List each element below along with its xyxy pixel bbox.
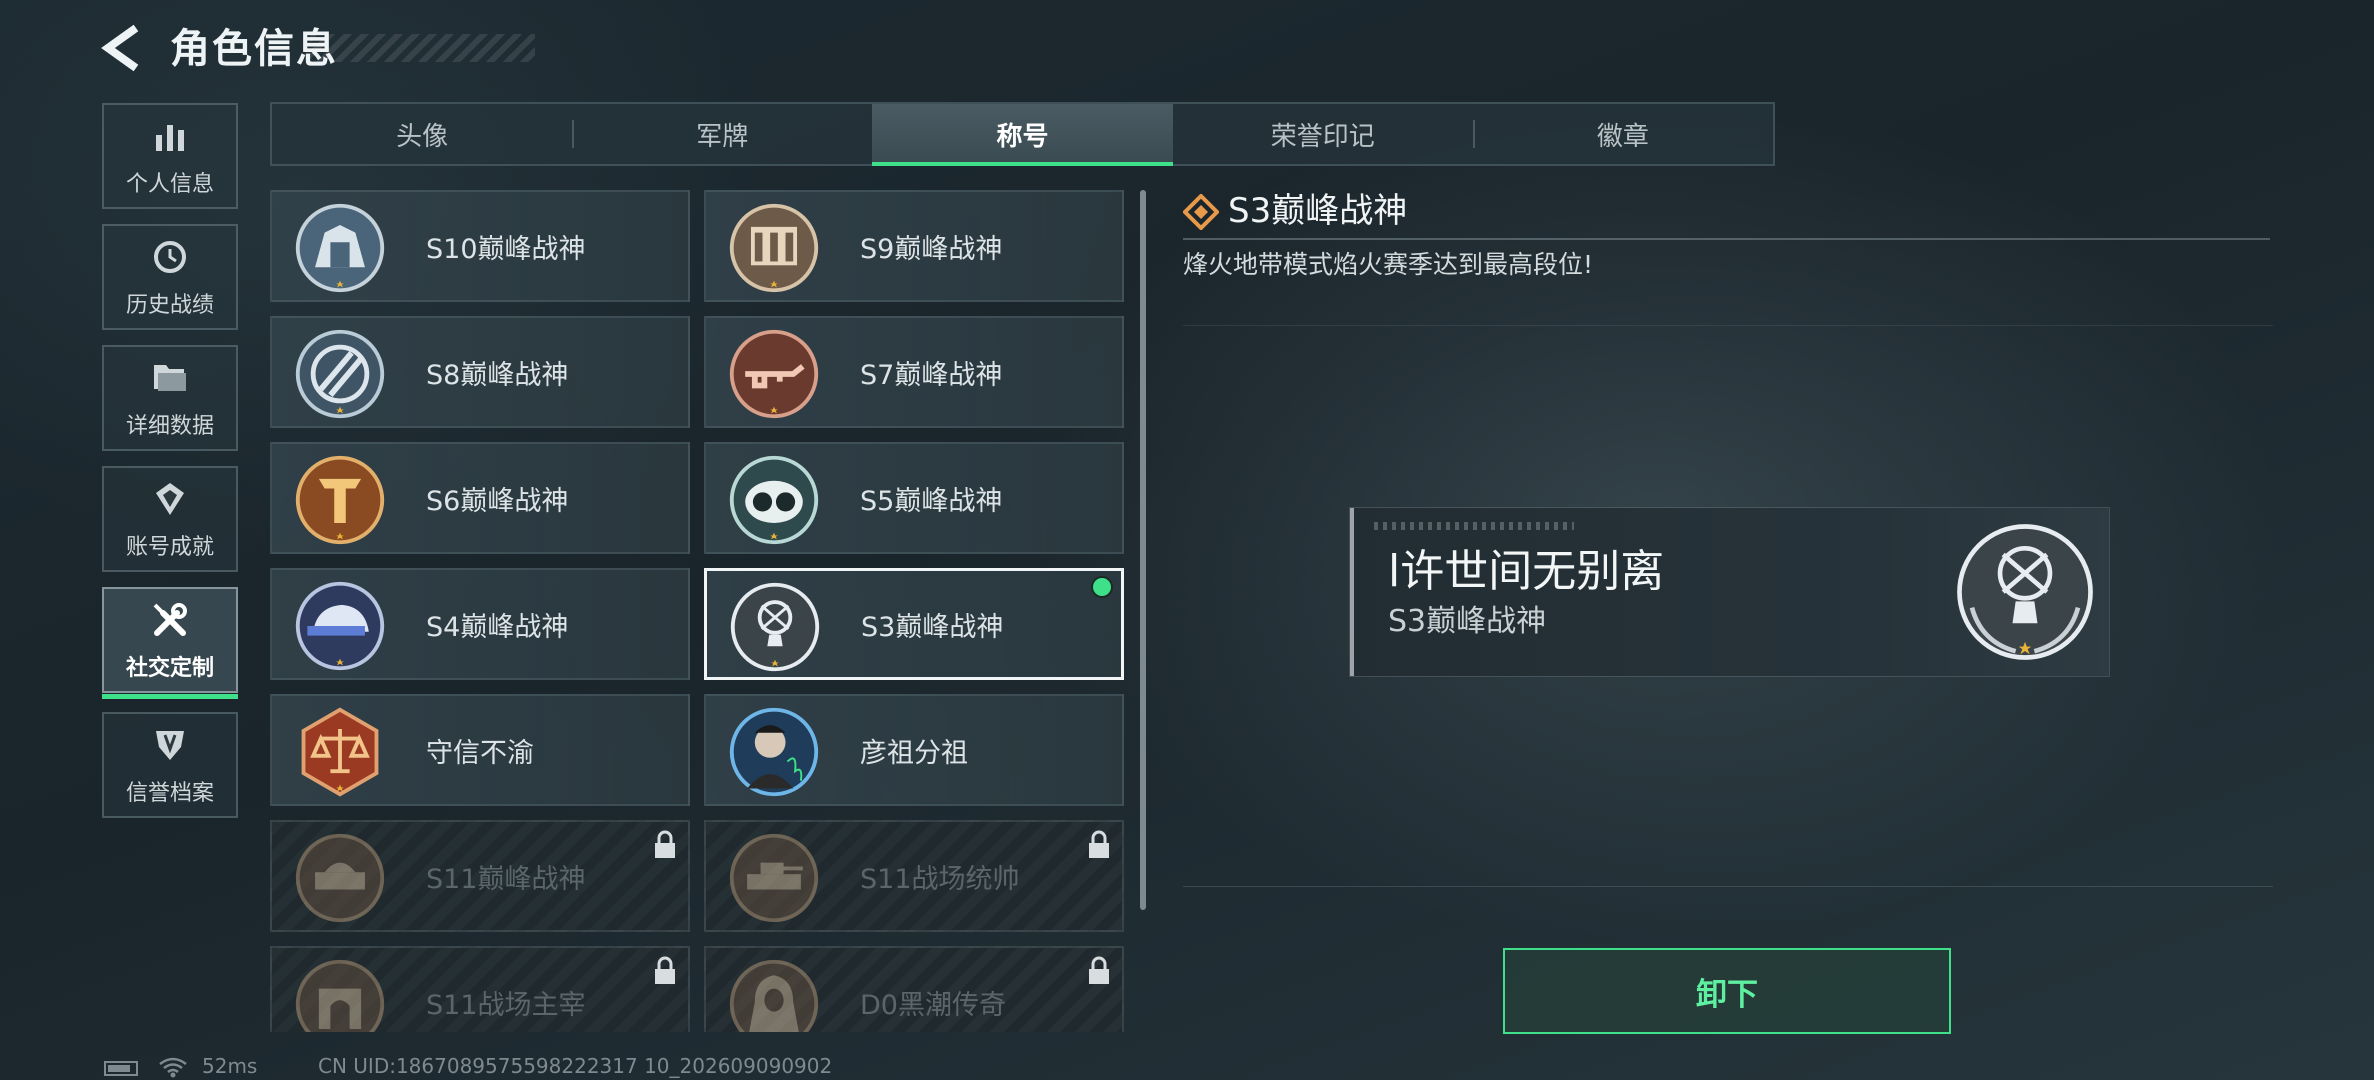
- emblem-s3-icon: [730, 582, 820, 672]
- sidebar-item-label: 信誉档案: [125, 781, 214, 806]
- sidebar-item-detailed-data[interactable]: 详细数据: [102, 345, 238, 451]
- player-name: l许世间无别离: [1388, 546, 1665, 597]
- tab-badge[interactable]: 徽章: [1472, 104, 1773, 164]
- plate-decoration: [1374, 522, 1574, 530]
- grid-scrollbar[interactable]: [1140, 190, 1146, 910]
- title-card-locked[interactable]: D0黑潮传奇: [704, 946, 1124, 1032]
- emblem-arch-icon: [295, 959, 385, 1032]
- lock-icon: [1089, 830, 1109, 858]
- detail-title: S3巅峰战神: [1228, 191, 1408, 231]
- title-card[interactable]: 守信不渝: [270, 694, 690, 806]
- title-card[interactable]: S4巅峰战神: [270, 568, 690, 680]
- title-name: S5巅峰战神: [860, 485, 1003, 517]
- sidebar-item-history[interactable]: 历史战绩: [102, 224, 238, 330]
- emblem-s9-icon: [729, 203, 819, 293]
- emblem-s10-icon: [295, 203, 385, 293]
- ping-value: 52ms: [202, 1054, 258, 1078]
- nameplate-preview: l许世间无别离 S3巅峰战神: [1350, 508, 2109, 676]
- title-card[interactable]: S7巅峰战神: [704, 316, 1124, 428]
- lock-icon: [655, 956, 675, 984]
- title-name: S4巅峰战神: [426, 611, 569, 643]
- shield-icon: [148, 723, 192, 767]
- sidebar-item-achievements[interactable]: 账号成就: [102, 466, 238, 572]
- title-card[interactable]: S8巅峰战神: [270, 316, 690, 428]
- bar-chart-icon: [148, 114, 192, 158]
- emblem-s11-icon: [295, 833, 385, 923]
- category-tabs: 头像 军牌 称号 荣誉印记 徽章: [270, 102, 1775, 166]
- sidebar-item-label: 社交定制: [125, 656, 214, 681]
- tools-icon: [148, 598, 192, 642]
- back-arrow-icon: [101, 24, 139, 72]
- title-card-locked[interactable]: S11巅峰战神: [270, 820, 690, 932]
- folder-icon: [148, 356, 192, 400]
- sidebar-item-label: 详细数据: [125, 414, 214, 439]
- title-card[interactable]: S6巅峰战神: [270, 442, 690, 554]
- user-uid: CN UID:1867089575598222317 10_2026090909…: [318, 1054, 833, 1078]
- title-name: S11战场主宰: [426, 989, 586, 1021]
- tab-honor-mark[interactable]: 荣誉印记: [1173, 104, 1473, 164]
- title-name: S3巅峰战神: [861, 611, 1004, 643]
- tab-dog-tag[interactable]: 军牌: [572, 104, 872, 164]
- tab-title[interactable]: 称号: [872, 104, 1173, 166]
- title-name: S11战场统帅: [860, 863, 1020, 895]
- sidebar-item-social-custom[interactable]: 社交定制: [102, 587, 238, 699]
- emblem-scales-icon: [301, 707, 379, 797]
- sidebar-item-personal-info[interactable]: 个人信息: [102, 103, 238, 209]
- back-button[interactable]: [100, 22, 152, 74]
- tab-avatar[interactable]: 头像: [272, 104, 572, 164]
- sidebar-item-label: 个人信息: [125, 172, 214, 197]
- title-card[interactable]: S9巅峰战神: [704, 190, 1124, 302]
- wifi-icon: [159, 1057, 187, 1078]
- title-name: S9巅峰战神: [860, 233, 1003, 265]
- emblem-s7-icon: [729, 329, 819, 419]
- title-card-locked[interactable]: S11战场统帅: [704, 820, 1124, 932]
- emblem-s3-large-icon: [1957, 524, 2093, 660]
- title-name: D0黑潮传奇: [860, 989, 1006, 1021]
- emblem-s5-icon: [729, 455, 819, 545]
- achievement-icon: [148, 477, 192, 521]
- plate-title: S3巅峰战神: [1388, 604, 1547, 639]
- title-card-locked[interactable]: S11战场主宰: [270, 946, 690, 1032]
- lock-icon: [1089, 956, 1109, 984]
- title-name: 守信不渝: [426, 737, 534, 769]
- history-clock-icon: [148, 235, 192, 279]
- emblem-s6-icon: [295, 455, 385, 545]
- title-card[interactable]: S10巅峰战神: [270, 190, 690, 302]
- unequip-button[interactable]: 卸下: [1503, 948, 1951, 1034]
- sidebar-item-credit-record[interactable]: 信誉档案: [102, 712, 238, 818]
- title-name: S7巅峰战神: [860, 359, 1003, 391]
- emblem-s4-icon: [295, 581, 385, 671]
- title-grid: S10巅峰战神 S9巅峰战神 S8巅峰战神 S7巅峰战神 S6巅峰战神 S5巅峰…: [270, 190, 1130, 1032]
- title-name: S8巅峰战神: [426, 359, 569, 391]
- detail-divider: [1183, 238, 2270, 240]
- lock-icon: [655, 830, 675, 858]
- title-decoration: [310, 34, 535, 62]
- battery-icon: [104, 1061, 138, 1076]
- detail-description: 烽火地带模式焰火赛季达到最高段位!: [1183, 250, 1594, 279]
- title-diamond-icon: [1183, 194, 1219, 230]
- emblem-hooded-figure-icon: [729, 959, 819, 1032]
- equipped-indicator: [1091, 576, 1113, 598]
- title-name: S6巅峰战神: [426, 485, 569, 517]
- portrait-icon: [729, 707, 819, 797]
- title-name: 彦祖分祖: [860, 737, 968, 769]
- emblem-tank-icon: [729, 833, 819, 923]
- title-name: S11巅峰战神: [426, 863, 586, 895]
- title-card[interactable]: S5巅峰战神: [704, 442, 1124, 554]
- sidebar-item-label: 账号成就: [125, 535, 214, 560]
- title-card[interactable]: 彦祖分祖: [704, 694, 1124, 806]
- sidebar-item-label: 历史战绩: [125, 293, 214, 318]
- emblem-s8-icon: [295, 329, 385, 419]
- title-name: S10巅峰战神: [426, 233, 586, 265]
- title-card-selected[interactable]: S3巅峰战神: [704, 568, 1124, 680]
